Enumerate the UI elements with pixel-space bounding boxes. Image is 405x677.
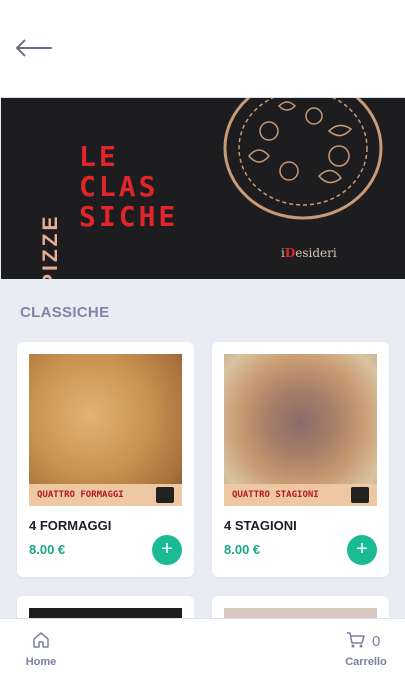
pizza-illustration bbox=[223, 98, 383, 220]
banner-title: LE CLAS SICHE bbox=[79, 142, 178, 232]
plus-icon: + bbox=[356, 538, 368, 560]
back-arrow-icon[interactable] bbox=[14, 36, 56, 60]
product-price: 8.00 € bbox=[29, 542, 66, 557]
home-icon bbox=[33, 632, 49, 648]
add-to-cart-button[interactable]: + bbox=[152, 535, 182, 565]
section-title: CLASSICHE bbox=[20, 304, 110, 321]
brand-logo: iDesideri bbox=[281, 246, 337, 260]
brand-mark-icon bbox=[156, 487, 174, 503]
bottom-tab-bar: Home Carrello 0 bbox=[0, 618, 405, 677]
tab-home[interactable]: Home bbox=[18, 619, 64, 677]
cart-count-badge: 0 bbox=[372, 633, 381, 650]
banner-title-line: SICHE bbox=[79, 200, 179, 233]
product-name: 4 STAGIONI bbox=[224, 518, 297, 533]
banner-title-line: LE bbox=[79, 140, 119, 173]
product-image: QUATTRO FORMAGGI bbox=[29, 354, 182, 506]
product-image: QUATTRO STAGIONI bbox=[224, 354, 377, 506]
product-image-label: QUATTRO STAGIONI bbox=[232, 490, 319, 500]
brand-mark-icon bbox=[351, 487, 369, 503]
category-banner: PIZZE LE CLAS SICHE iDesideri bbox=[1, 98, 405, 279]
add-to-cart-button[interactable]: + bbox=[347, 535, 377, 565]
product-image-label: QUATTRO FORMAGGI bbox=[37, 490, 124, 500]
product-card[interactable]: QUATTRO STAGIONI 4 STAGIONI 8.00 € + bbox=[212, 342, 389, 577]
tab-home-label: Home bbox=[25, 656, 57, 668]
tab-cart-label: Carrello bbox=[345, 656, 387, 668]
product-name: 4 FORMAGGI bbox=[29, 518, 112, 533]
header bbox=[0, 0, 405, 98]
tab-cart[interactable]: Carrello bbox=[338, 619, 394, 677]
cart-icon bbox=[347, 632, 365, 648]
product-card[interactable]: QUATTRO FORMAGGI 4 FORMAGGI 8.00 € + bbox=[17, 342, 194, 577]
banner-title-line: CLAS bbox=[79, 170, 159, 203]
banner-vertical-word: PIZZE bbox=[39, 213, 62, 279]
plus-icon: + bbox=[161, 538, 173, 560]
product-price: 8.00 € bbox=[224, 542, 261, 557]
